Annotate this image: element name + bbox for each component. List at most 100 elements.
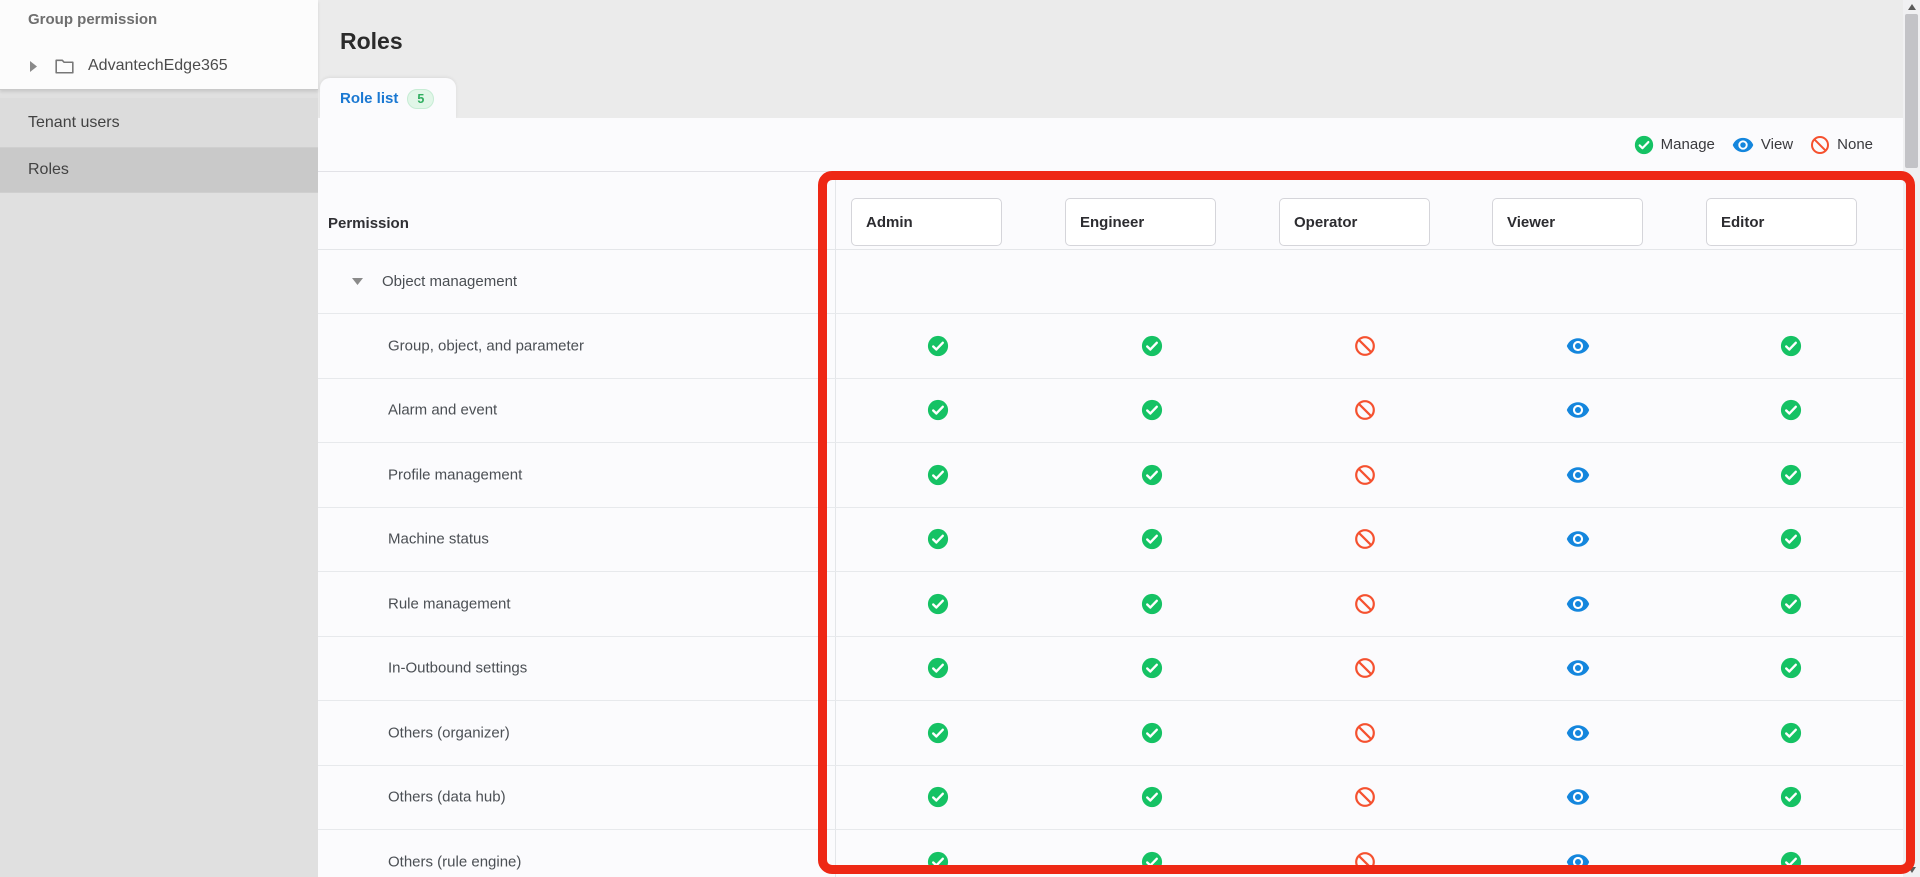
permission-cell-operator[interactable] bbox=[1354, 851, 1376, 873]
permission-group-label: Object management bbox=[382, 273, 517, 290]
permission-cell-editor[interactable] bbox=[1780, 657, 1802, 679]
scrollbar-down-arrow[interactable] bbox=[1903, 863, 1920, 877]
permission-cell-engineer[interactable] bbox=[1141, 851, 1163, 873]
permission-row-others-rule-engine-: Others (rule engine) bbox=[318, 830, 1903, 877]
legend-label: Manage bbox=[1661, 136, 1715, 153]
scrollbar-thumb[interactable] bbox=[1905, 14, 1918, 168]
permission-cell-operator[interactable] bbox=[1354, 335, 1376, 357]
tree-item-advantechedge365[interactable]: AdvantechEdge365 bbox=[0, 48, 318, 84]
permission-cell-viewer[interactable] bbox=[1566, 786, 1590, 808]
permission-row-group-object-and-parameter: Group, object, and parameter bbox=[318, 314, 1903, 379]
permission-cell-admin[interactable] bbox=[927, 657, 949, 679]
manage-icon bbox=[927, 335, 949, 357]
role-name-input-viewer[interactable]: Viewer bbox=[1492, 198, 1643, 246]
permission-cell-editor[interactable] bbox=[1780, 786, 1802, 808]
permission-cell-editor[interactable] bbox=[1780, 593, 1802, 615]
sidebar-item-roles[interactable]: Roles bbox=[0, 148, 318, 193]
tree-item-label: AdvantechEdge365 bbox=[88, 57, 228, 75]
permission-cell-admin[interactable] bbox=[927, 399, 949, 421]
chevron-down-icon[interactable] bbox=[352, 278, 363, 285]
group-permission-section: Group permission AdvantechEdge365 bbox=[0, 0, 318, 90]
role-name-input-operator[interactable]: Operator bbox=[1279, 198, 1430, 246]
permission-cell-engineer[interactable] bbox=[1141, 464, 1163, 486]
none-icon-legend bbox=[1810, 135, 1830, 155]
permission-cell-operator[interactable] bbox=[1354, 722, 1376, 744]
permission-row-label: Profile management bbox=[388, 466, 522, 483]
manage-icon bbox=[1141, 657, 1163, 679]
none-icon bbox=[1354, 786, 1376, 808]
permission-cell-viewer[interactable] bbox=[1566, 399, 1590, 421]
permission-cell-operator[interactable] bbox=[1354, 528, 1376, 550]
legend-item-none: None bbox=[1810, 135, 1873, 155]
permission-row-label: Others (data hub) bbox=[388, 789, 506, 806]
permission-cell-admin[interactable] bbox=[927, 722, 949, 744]
manage-icon bbox=[1141, 399, 1163, 421]
permission-cell-admin[interactable] bbox=[927, 335, 949, 357]
permission-cell-viewer[interactable] bbox=[1566, 593, 1590, 615]
permission-cell-operator[interactable] bbox=[1354, 786, 1376, 808]
view-icon-legend bbox=[1732, 135, 1754, 155]
permission-row-machine-status: Machine status bbox=[318, 508, 1903, 573]
manage-icon bbox=[927, 528, 949, 550]
permission-cell-admin[interactable] bbox=[927, 528, 949, 550]
permission-cell-viewer[interactable] bbox=[1566, 722, 1590, 744]
manage-icon bbox=[927, 786, 949, 808]
permission-cell-viewer[interactable] bbox=[1566, 657, 1590, 679]
permission-cell-engineer[interactable] bbox=[1141, 657, 1163, 679]
permission-cell-viewer[interactable] bbox=[1566, 335, 1590, 357]
manage-icon bbox=[1141, 335, 1163, 357]
none-icon bbox=[1354, 464, 1376, 486]
permission-cell-admin[interactable] bbox=[927, 464, 949, 486]
permission-cell-engineer[interactable] bbox=[1141, 722, 1163, 744]
permission-cell-engineer[interactable] bbox=[1141, 786, 1163, 808]
vertical-scrollbar[interactable] bbox=[1903, 0, 1920, 877]
permission-row-label: Rule management bbox=[388, 595, 511, 612]
permission-cell-editor[interactable] bbox=[1780, 464, 1802, 486]
permission-row-label: Alarm and event bbox=[388, 402, 497, 419]
permission-cell-editor[interactable] bbox=[1780, 722, 1802, 744]
permission-cell-viewer[interactable] bbox=[1566, 528, 1590, 550]
role-name-input-engineer[interactable]: Engineer bbox=[1065, 198, 1216, 246]
permission-row-label: Others (rule engine) bbox=[388, 853, 521, 870]
permission-cell-admin[interactable] bbox=[927, 786, 949, 808]
view-icon bbox=[1566, 593, 1590, 615]
permission-cell-editor[interactable] bbox=[1780, 399, 1802, 421]
permission-cell-operator[interactable] bbox=[1354, 464, 1376, 486]
manage-icon bbox=[1141, 528, 1163, 550]
none-icon bbox=[1354, 851, 1376, 873]
permission-cell-engineer[interactable] bbox=[1141, 399, 1163, 421]
legend-label: None bbox=[1837, 136, 1873, 153]
permission-cell-engineer[interactable] bbox=[1141, 593, 1163, 615]
tab-role-list[interactable]: Role list 5 bbox=[320, 78, 456, 119]
role-name-input-admin[interactable]: Admin bbox=[851, 198, 1002, 246]
manage-icon bbox=[927, 464, 949, 486]
permission-row-label: In-Outbound settings bbox=[388, 660, 527, 677]
tree-expand-arrow-icon[interactable] bbox=[30, 61, 44, 72]
permission-cell-editor[interactable] bbox=[1780, 335, 1802, 357]
permission-cell-editor[interactable] bbox=[1780, 851, 1802, 873]
permission-cell-admin[interactable] bbox=[927, 593, 949, 615]
manage-icon bbox=[1780, 528, 1802, 550]
manage-icon bbox=[1141, 851, 1163, 873]
manage-icon bbox=[927, 593, 949, 615]
permission-cell-editor[interactable] bbox=[1780, 528, 1802, 550]
view-icon bbox=[1566, 464, 1590, 486]
role-count-badge: 5 bbox=[407, 89, 434, 109]
permission-cell-operator[interactable] bbox=[1354, 593, 1376, 615]
none-icon bbox=[1354, 722, 1376, 744]
manage-icon bbox=[1141, 593, 1163, 615]
manage-icon bbox=[1780, 399, 1802, 421]
permission-cell-operator[interactable] bbox=[1354, 399, 1376, 421]
permission-cell-operator[interactable] bbox=[1354, 657, 1376, 679]
permission-legend: ManageViewNone bbox=[318, 118, 1903, 172]
permission-cell-admin[interactable] bbox=[927, 851, 949, 873]
manage-icon bbox=[1780, 786, 1802, 808]
permission-cell-engineer[interactable] bbox=[1141, 335, 1163, 357]
permission-cell-viewer[interactable] bbox=[1566, 464, 1590, 486]
permission-cell-viewer[interactable] bbox=[1566, 851, 1590, 873]
scrollbar-up-arrow[interactable] bbox=[1903, 0, 1920, 14]
permission-cell-engineer[interactable] bbox=[1141, 528, 1163, 550]
sidebar-item-tenant-users[interactable]: Tenant users bbox=[0, 98, 318, 148]
role-name-input-editor[interactable]: Editor bbox=[1706, 198, 1857, 246]
manage-icon bbox=[1141, 464, 1163, 486]
